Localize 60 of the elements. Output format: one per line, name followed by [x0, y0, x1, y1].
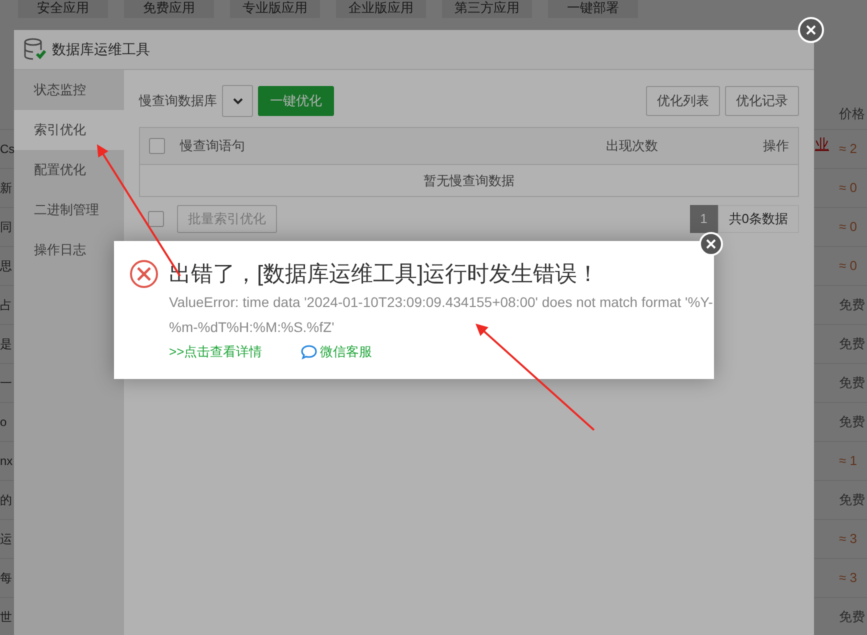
table-cell-text: o [0, 414, 7, 431]
price-cell-text: ≈ 3 [839, 530, 858, 548]
toolbar-button[interactable]: 优化列表 [646, 86, 720, 116]
app-tab[interactable]: 免费应用 [124, 0, 214, 18]
error-icon [129, 258, 159, 288]
error-message: ValueError: time data '2024-01-10T23:09:09.434155+08:00' does not match format '%Y-%m-%dT%H:%M:%S.%fZ' [169, 293, 714, 337]
checkbox[interactable] [149, 138, 165, 154]
price-cell-text: 免费 [839, 491, 866, 510]
table-cell-text: 一 [0, 375, 12, 392]
close-button[interactable] [798, 17, 824, 43]
price-cell-text: 免费 [839, 296, 866, 314]
column-header: 慢查询语句 [180, 137, 246, 156]
price-cell-text: 免费 [839, 608, 866, 626]
app-tab[interactable]: 一键部署 [548, 0, 638, 18]
table-cell-text: 是 [0, 336, 12, 353]
app-tab[interactable]: 安全应用 [18, 0, 108, 18]
page-number[interactable]: 1 [690, 205, 718, 233]
close-icon [706, 239, 716, 249]
support-link[interactable]: 微信客服 [300, 342, 372, 362]
table-cell-text: Cs [0, 141, 15, 158]
column-header: 价格 [839, 104, 866, 123]
table-cell-text: 运 [0, 531, 12, 548]
details-link[interactable]: >>点击查看详情 [169, 342, 262, 362]
close-icon [806, 25, 816, 35]
price-cell-text: ≈ 2 [839, 140, 858, 158]
column-header: 出现次数 [604, 137, 659, 156]
batch-optimize-button[interactable]: 批量索引优化 [177, 205, 277, 233]
table-cell-text: 同 [0, 219, 12, 236]
chevron-down-icon [232, 98, 242, 104]
price-cell-text: ≈ 0 [839, 218, 858, 236]
price-cell-text: ≈ 1 [839, 452, 858, 470]
chat-bubble-icon [300, 344, 318, 360]
table-cell-text: 的 [0, 492, 12, 509]
field-label: 慢查询数据库 [139, 92, 217, 110]
toolbar-button[interactable]: 优化记录 [725, 86, 799, 116]
table-cell-text: 思 [0, 258, 12, 275]
record-count: 共0条数据 [718, 205, 799, 233]
app-tab[interactable]: 专业版应用 [230, 0, 320, 18]
table-cell-text: nx [0, 453, 13, 470]
checkbox[interactable] [148, 211, 164, 227]
table-cell-text: 每 [0, 570, 12, 587]
sidebar-item[interactable]: 索引优化 [14, 110, 124, 150]
price-cell-text: ≈ 0 [839, 257, 858, 276]
price-cell-text: ≈ 3 [839, 569, 858, 588]
price-cell-text: ≈ 0 [839, 179, 858, 198]
window-title: 数据库运维工具 [52, 40, 150, 59]
app-tab[interactable]: 第三方应用 [442, 0, 532, 18]
optimize-button[interactable]: 一键优化 [258, 86, 334, 116]
database-icon [24, 38, 46, 62]
link-text[interactable]: 业 [815, 134, 829, 155]
price-cell-text: 免费 [839, 374, 866, 392]
price-cell-text: 免费 [839, 413, 866, 432]
table-cell-text: 新 [0, 180, 12, 197]
database-select[interactable] [222, 85, 253, 117]
table-cell-text: 占 [0, 297, 12, 314]
table-cell-text: 世 [0, 609, 12, 626]
price-cell-text: 免费 [839, 335, 866, 354]
app-tab[interactable]: 企业版应用 [336, 0, 426, 18]
column-header: 操作 [763, 137, 790, 156]
empty-message: 暂无慢查询数据 [424, 172, 514, 190]
